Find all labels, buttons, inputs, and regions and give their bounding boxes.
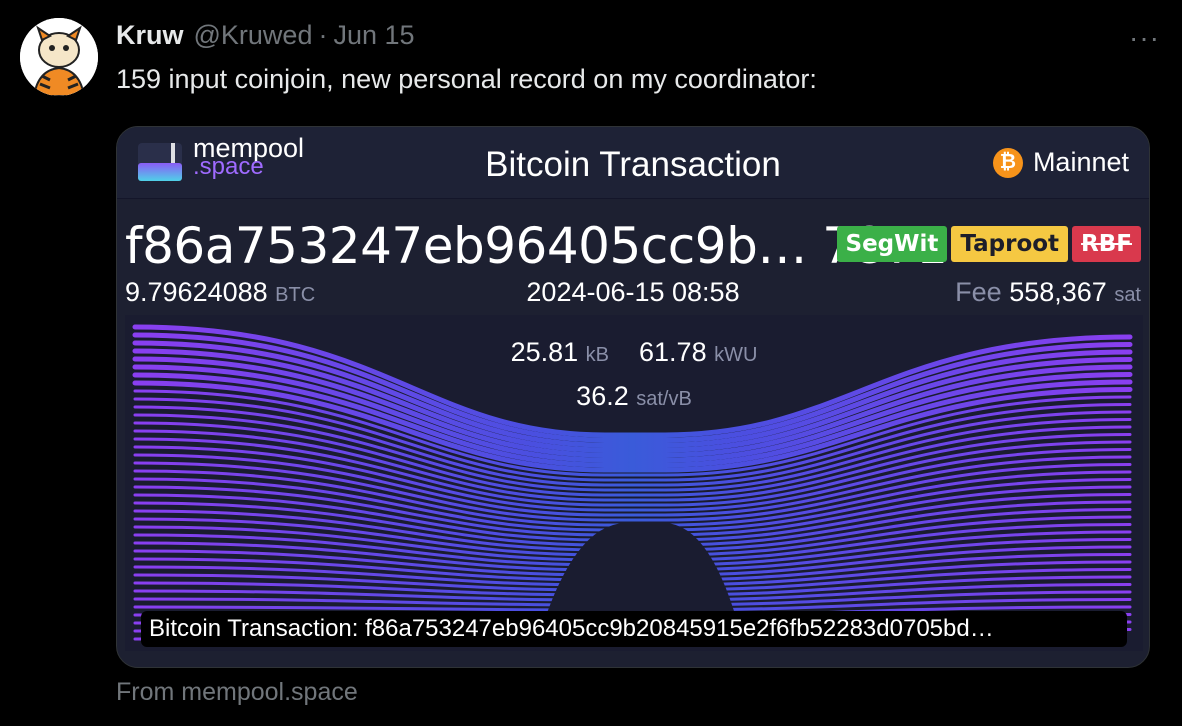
bitcoin-icon: ₿ bbox=[992, 147, 1023, 178]
transaction-flow-diagram: 25.81 kB 61.78 kWU 36.2 sat/vB bbox=[125, 315, 1143, 651]
weight-unit: kWU bbox=[714, 344, 758, 366]
avatar[interactable] bbox=[20, 18, 98, 96]
feerate-unit: sat/vB bbox=[636, 388, 692, 410]
rbf-badge: RBF bbox=[1072, 226, 1141, 262]
tx-info-row: 9.79624088 BTC 2024-06-15 08:58 Fee 558,… bbox=[125, 277, 1141, 311]
tweet-date[interactable]: Jun 15 bbox=[333, 20, 414, 51]
tx-fee: Fee 558,367 sat bbox=[955, 277, 1141, 308]
separator: · bbox=[318, 20, 328, 50]
taproot-badge: Taproot bbox=[951, 226, 1069, 262]
user-handle[interactable]: @Kruwed bbox=[194, 20, 313, 51]
card-caption: Bitcoin Transaction: f86a753247eb96405cc… bbox=[141, 611, 1127, 647]
more-icon[interactable]: ··· bbox=[1129, 22, 1160, 54]
link-card[interactable]: mempool .space Bitcoin Transaction ₿ Mai… bbox=[116, 126, 1150, 668]
network-label: Mainnet bbox=[1032, 147, 1129, 177]
network-indicator: ₿ Mainnet bbox=[992, 147, 1129, 178]
tweet-text: 159 input coinjoin, new personal record … bbox=[116, 64, 817, 94]
display-name[interactable]: Kruw bbox=[116, 20, 184, 51]
transaction-id: f86a753247eb96405cc9b… 7871 bbox=[125, 217, 948, 275]
weight-value: 61.78 bbox=[639, 337, 707, 367]
badges: SegWit Taproot RBF bbox=[836, 226, 1141, 262]
tx-feerate-stats: 36.2 sat/vB bbox=[125, 381, 1143, 412]
feerate-value: 36.2 bbox=[576, 381, 629, 411]
fee-unit: sat bbox=[1114, 284, 1141, 306]
segwit-badge: SegWit bbox=[836, 226, 948, 262]
card-source[interactable]: From mempool.space bbox=[116, 678, 358, 707]
card-header: mempool .space Bitcoin Transaction ₿ Mai… bbox=[117, 127, 1149, 199]
fee-label: Fee bbox=[955, 277, 1002, 307]
tweet-header: Kruw @Kruwed · Jun 15 bbox=[116, 20, 415, 56]
tx-size-stats: 25.81 kB 61.78 kWU bbox=[125, 337, 1143, 368]
size-unit: kB bbox=[585, 344, 609, 366]
fee-value: 558,367 bbox=[1009, 277, 1107, 307]
size-value: 25.81 bbox=[510, 337, 579, 367]
